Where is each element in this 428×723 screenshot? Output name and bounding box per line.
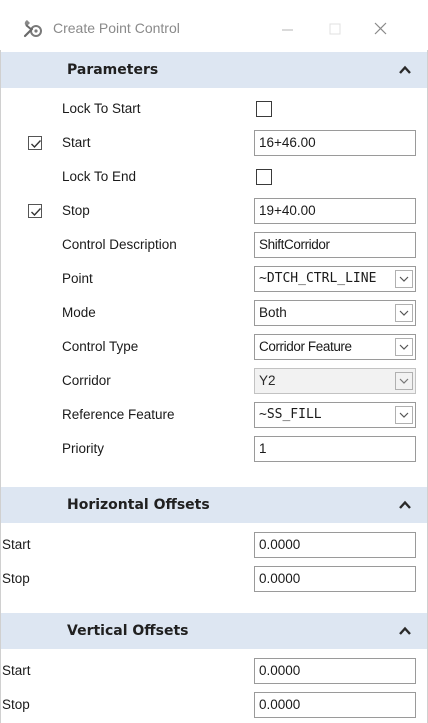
reference-feature-select-value: ~SS_FILL [259,407,322,422]
horizontal-start-offset-input[interactable]: 0.0000 [254,532,416,558]
chevron-down-icon[interactable] [395,406,413,424]
lock-to-start-checkbox[interactable] [256,101,272,117]
control-description-label: Control Description [62,237,177,252]
checkmark-icon [31,208,42,217]
stop-enable-checkbox[interactable] [28,204,42,218]
vertical-start-label: Start [2,663,31,678]
chevron-down-icon[interactable] [395,270,413,288]
corridor-select-value: Y2 [259,373,276,388]
start-row: Start 16+46.00 [1,129,427,159]
parameters-header[interactable]: Parameters [1,52,427,88]
stop-station-input[interactable]: 19+40.00 [254,198,416,224]
priority-input[interactable]: 1 [254,436,416,462]
parameters-title: Parameters [67,62,159,78]
control-type-select-value: Corridor Feature [259,339,352,354]
checkmark-icon [31,140,42,149]
horizontal-stop-offset-input[interactable]: 0.0000 [254,566,416,592]
priority-row: Priority 1 [1,435,427,465]
maximize-button[interactable] [312,10,358,46]
lock-to-start-row: Lock To Start [1,95,427,125]
horizontal-stop-label: Stop [2,571,30,586]
chevron-up-icon[interactable] [398,625,412,637]
chevron-up-icon[interactable] [398,64,412,76]
vertical-stop-row: Stop 0.0000 [1,691,427,721]
reference-feature-label: Reference Feature [62,407,175,422]
point-select-value: ~DTCH_CTRL_LINE [259,271,377,286]
lock-to-start-label: Lock To Start [62,101,141,116]
chevron-down-icon[interactable] [395,372,413,390]
lock-to-end-row: Lock To End [1,163,427,193]
stop-label: Stop [62,203,90,218]
corridor-row: Corridor Y2 [1,367,427,397]
horizontal-stop-row: Stop 0.0000 [1,565,427,595]
control-type-label: Control Type [62,339,139,354]
mode-select[interactable]: Both [254,300,416,326]
point-row: Point ~DTCH_CTRL_LINE [1,265,427,295]
mode-label: Mode [62,305,96,320]
vertical-offsets-header[interactable]: Vertical Offsets [1,613,427,649]
reference-feature-row: Reference Feature ~SS_FILL [1,401,427,431]
horizontal-offsets-header[interactable]: Horizontal Offsets [1,487,427,523]
start-label: Start [62,135,91,150]
close-button[interactable] [358,10,404,46]
minimize-button[interactable] [266,10,312,46]
priority-label: Priority [62,441,105,456]
corridor-label: Corridor [62,373,111,388]
window-title: Create Point Control [53,20,180,36]
vertical-start-offset-input[interactable]: 0.0000 [254,658,416,684]
corridor-select[interactable]: Y2 [254,368,416,394]
vertical-stop-label: Stop [2,697,30,712]
vertical-offsets-title: Vertical Offsets [67,623,189,639]
chevron-down-icon[interactable] [395,304,413,322]
mode-select-value: Both [259,305,287,320]
horizontal-start-row: Start 0.0000 [1,531,427,561]
stop-row: Stop 19+40.00 [1,197,427,227]
point-select[interactable]: ~DTCH_CTRL_LINE [254,266,416,292]
horizontal-offsets-title: Horizontal Offsets [67,497,210,513]
reference-feature-select[interactable]: ~SS_FILL [254,402,416,428]
control-type-select[interactable]: Corridor Feature [254,334,416,360]
mode-row: Mode Both [1,299,427,329]
chevron-up-icon[interactable] [398,499,412,511]
horizontal-start-label: Start [2,537,31,552]
vertical-stop-offset-input[interactable]: 0.0000 [254,692,416,718]
wrench-settings-icon [22,17,44,39]
title-bar[interactable]: Create Point Control [0,0,428,50]
start-enable-checkbox[interactable] [28,136,42,150]
control-description-row: Control Description ShiftCorridor [1,231,427,261]
lock-to-end-checkbox[interactable] [256,169,272,185]
point-label: Point [62,271,93,286]
vertical-start-row: Start 0.0000 [1,657,427,687]
control-description-input[interactable]: ShiftCorridor [254,232,416,258]
control-type-row: Control Type Corridor Feature [1,333,427,363]
lock-to-end-label: Lock To End [62,169,137,184]
start-station-input[interactable]: 16+46.00 [254,130,416,156]
chevron-down-icon[interactable] [395,338,413,356]
